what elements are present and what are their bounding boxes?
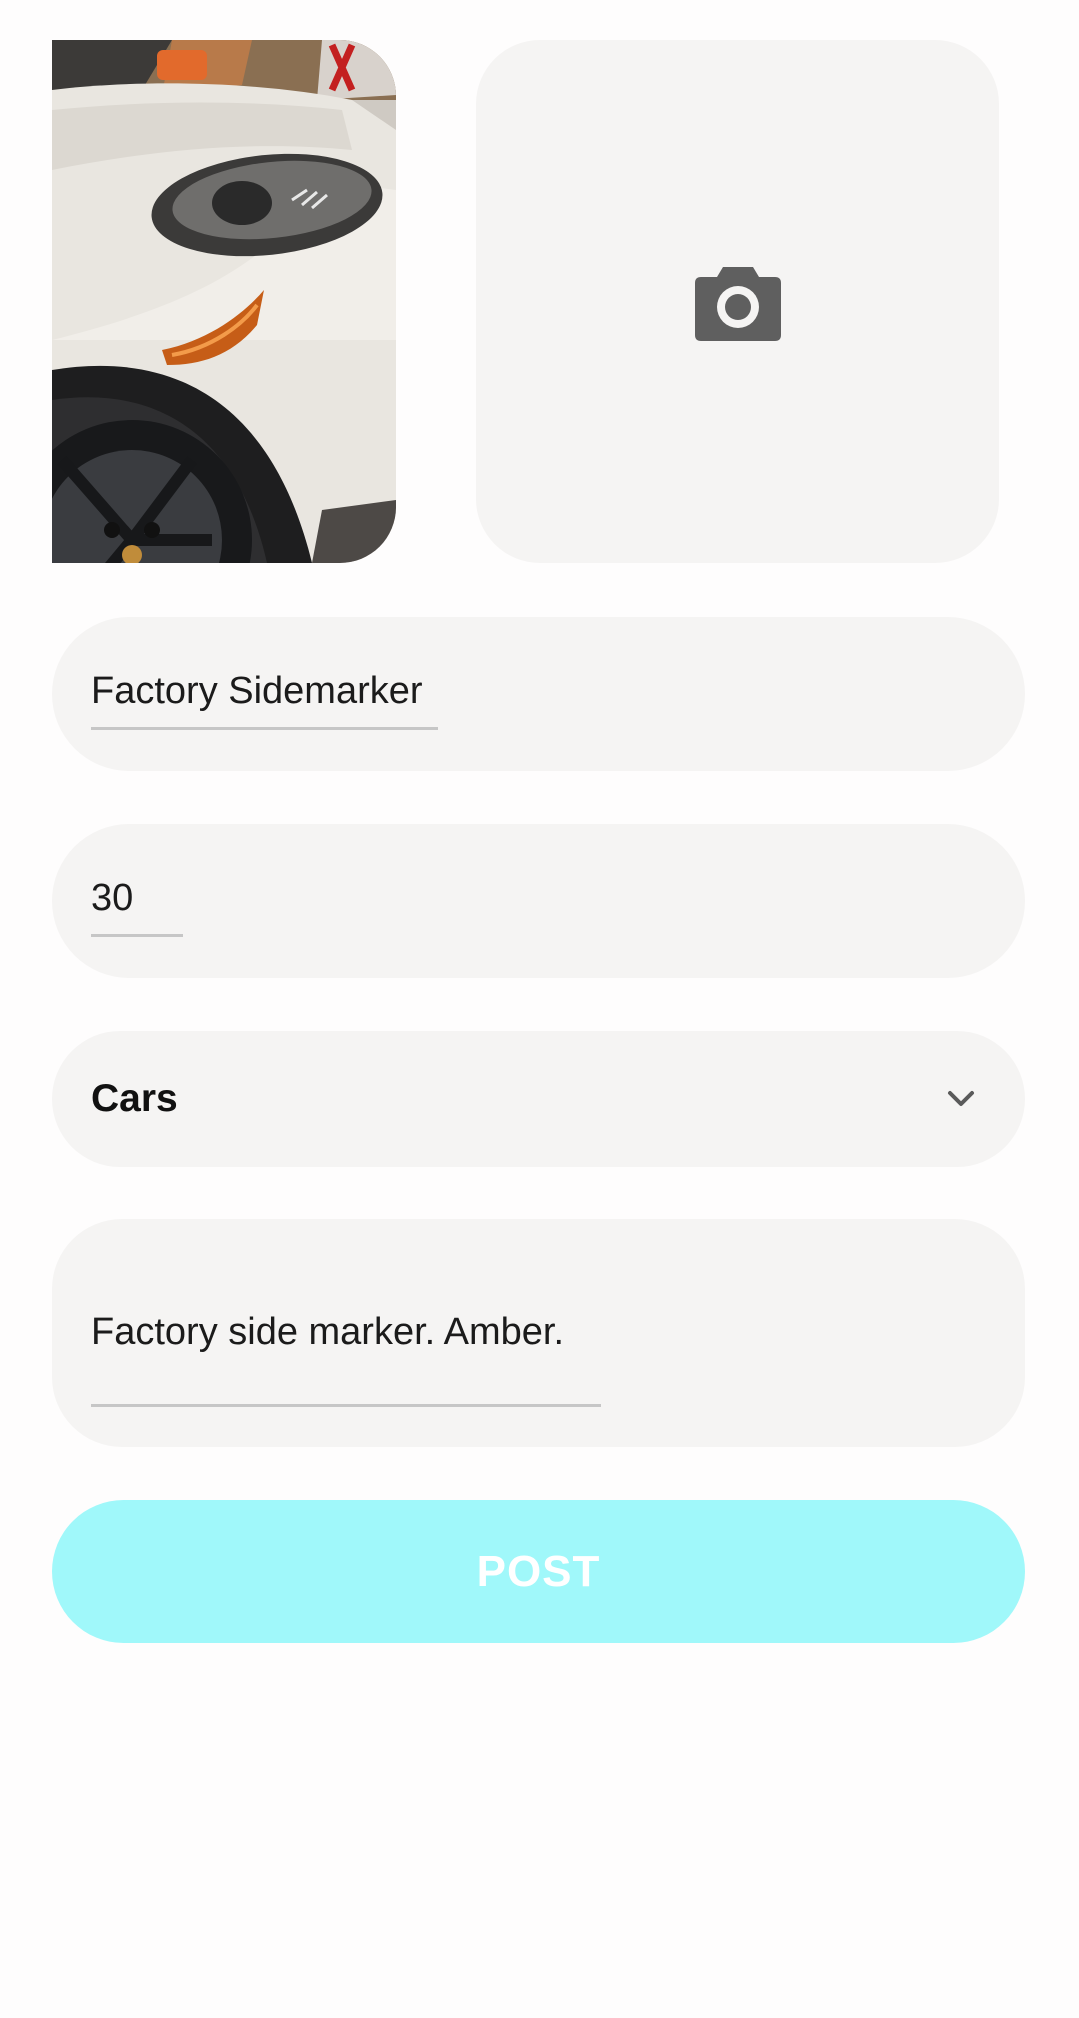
price-field[interactable]: 30: [52, 824, 1025, 978]
category-selected-value: Cars: [91, 1077, 178, 1120]
car-photo-image: [52, 40, 396, 563]
description-underline: [91, 1404, 601, 1407]
category-select[interactable]: Cars: [52, 1031, 1025, 1167]
camera-icon: [694, 266, 781, 341]
description-input[interactable]: Factory side marker. Amber.: [91, 1311, 564, 1354]
title-input[interactable]: Factory Sidemarker: [91, 670, 423, 713]
add-photo-button[interactable]: [476, 40, 999, 563]
listing-photo[interactable]: [52, 40, 396, 563]
title-field[interactable]: Factory Sidemarker: [52, 617, 1025, 771]
price-underline: [91, 934, 183, 937]
chevron-down-icon[interactable]: [943, 1081, 979, 1117]
title-underline: [91, 727, 438, 730]
price-input[interactable]: 30: [91, 877, 133, 920]
post-button[interactable]: POST: [52, 1500, 1025, 1643]
description-field[interactable]: Factory side marker. Amber.: [52, 1219, 1025, 1447]
